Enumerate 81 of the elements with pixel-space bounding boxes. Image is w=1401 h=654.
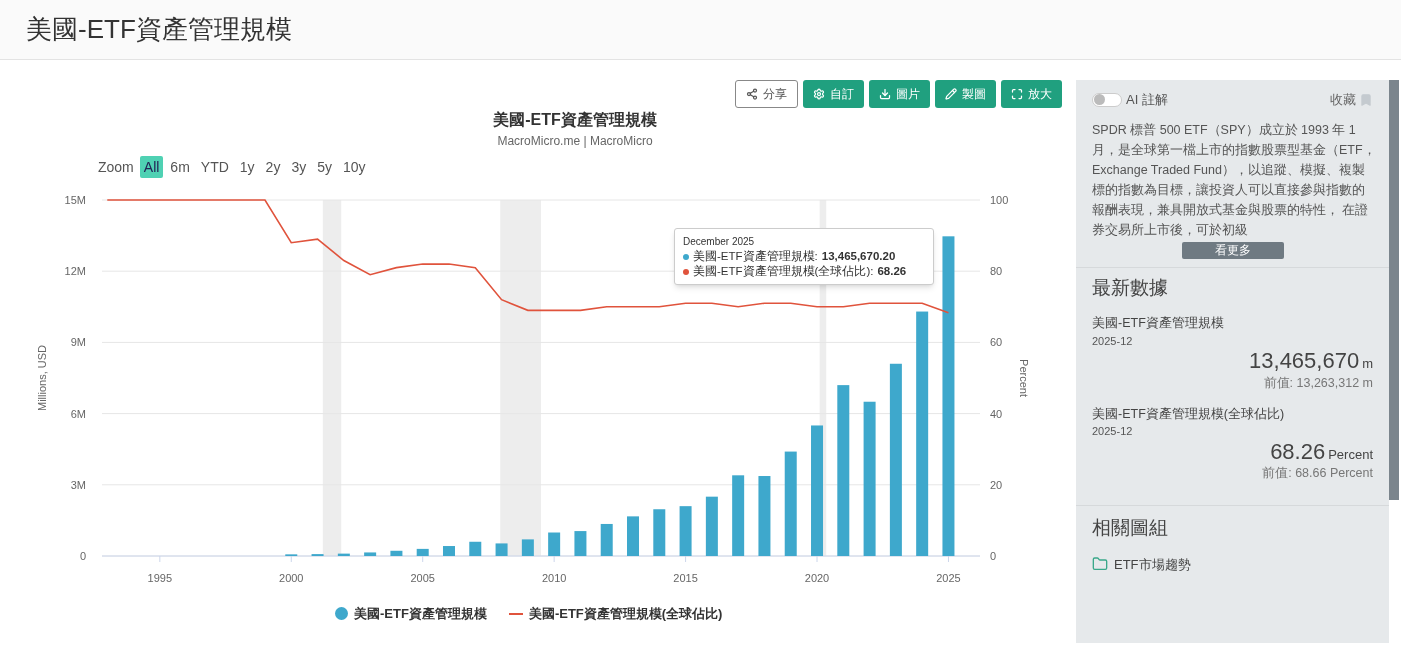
expand-icon: [1011, 88, 1023, 100]
section-title: 最新數據: [1092, 275, 1169, 300]
zoom-option[interactable]: 2y: [261, 156, 285, 178]
bar: [705, 496, 718, 556]
bar: [364, 552, 377, 556]
axis-label: 2010: [541, 572, 567, 584]
bar: [495, 543, 508, 556]
bar: [679, 506, 692, 556]
axis-label: 0: [79, 550, 86, 562]
axis-label: 2005: [410, 572, 435, 584]
chart-title: 美國-ETF資產管理規模: [492, 110, 658, 130]
bar: [600, 523, 613, 556]
axis-label: 15M: [64, 194, 86, 206]
bar: [627, 516, 639, 556]
gear-icon: [813, 88, 825, 100]
legend-label[interactable]: 美國-ETF資產管理規模: [354, 604, 487, 624]
bar: [653, 509, 666, 556]
value-unit: m: [1362, 355, 1373, 374]
show-more-button[interactable]: 看更多: [1181, 241, 1284, 259]
series-date: 2025-12: [1092, 333, 1134, 349]
bar: [416, 548, 429, 556]
axis-label: 2025: [936, 572, 961, 584]
ai-toggle-label: AI 註解: [1126, 91, 1168, 109]
axis-label: 12M: [64, 265, 86, 278]
section-title: 相關圖組: [1092, 516, 1169, 540]
pencil-icon: [945, 88, 957, 100]
related-link[interactable]: ETF市場趨勢: [1092, 554, 1373, 574]
zoom-option[interactable]: 10y: [339, 156, 370, 178]
legend-label[interactable]: 美國-ETF資產管理規模(全球佔比): [528, 604, 723, 624]
axis-label: 100: [990, 194, 1009, 206]
download-icon: [879, 88, 891, 100]
bookmark-label[interactable]: 收藏: [1330, 90, 1356, 110]
axis-label: 9M: [70, 336, 86, 349]
tooltip-value: 68.26: [877, 264, 907, 279]
zoom-option[interactable]: 1y: [235, 156, 259, 178]
series-name: 美國-ETF資產管理規模: [1092, 315, 1225, 332]
bar: [390, 550, 403, 556]
previous-value: 前值: 68.66 Percent: [1261, 465, 1373, 483]
bar: [574, 531, 587, 556]
bar: [337, 553, 350, 556]
zoom-option[interactable]: 3y: [287, 156, 311, 178]
tooltip-label: 美國-ETF資產管理規模:: [693, 249, 818, 264]
zoom-option[interactable]: 5y: [313, 156, 336, 178]
axis-label: 0: [990, 550, 997, 562]
folder-icon: [1092, 556, 1108, 573]
axis-label: 3M: [70, 478, 86, 491]
series-name: 美國-ETF資產管理規模(全球佔比): [1092, 405, 1286, 423]
value-unit: Percent: [1328, 445, 1373, 464]
page-title: 美國-ETF資產管理規模: [26, 13, 292, 46]
chart-subtitle: MacroMicro.me | MacroMicro: [496, 133, 654, 150]
tooltip-value: 13,465,670.20: [821, 249, 896, 264]
axis-title: Percent: [1018, 359, 1030, 397]
latest-value: 68.26: [1270, 439, 1326, 464]
axis-label: 40: [990, 407, 1003, 420]
zoom-label: Zoom: [98, 157, 134, 177]
bar: [548, 532, 561, 556]
legend-line: [508, 612, 523, 615]
ai-toggle[interactable]: [1092, 92, 1122, 107]
description-text: SPDR 標普 500 ETF（SPY）成立於 1993 年 1 月，是全球第一檔上市的指數股票型基金（ETF，Exchange Traded Fund），以追蹤、模擬、複製標的指數為目標，讓投資人可以直接參與指數的報酬表現，兼具開放式基金與股票的特性， 在證券交易所上市後，可於初級: [1092, 121, 1376, 239]
toolbar-button[interactable]: 分享: [735, 80, 798, 108]
axis-label: 60: [990, 336, 1003, 349]
tooltip-label: 美國-ETF資產管理規模(全球佔比):: [693, 264, 874, 279]
zoom-option[interactable]: 6m: [166, 156, 194, 178]
share-icon: [746, 88, 758, 100]
bar: [443, 546, 455, 556]
axis-label: 1995: [147, 572, 173, 584]
axis-title: Millions, USD: [36, 345, 48, 411]
axis-label: 2015: [673, 572, 698, 584]
bar: [469, 541, 482, 556]
bookmark-icon[interactable]: [1359, 92, 1373, 107]
latest-value: 13,465,670: [1249, 349, 1360, 374]
axis-label: 2000: [279, 572, 304, 584]
series-date: 2025-12: [1092, 424, 1134, 440]
axis-label: 6M: [70, 407, 86, 420]
axis-label: 80: [990, 265, 1003, 278]
zoom-option[interactable]: YTD: [196, 156, 233, 178]
axis-label: 2020: [804, 572, 830, 584]
tooltip-date: December 2025: [683, 235, 756, 249]
zoom-option[interactable]: All: [139, 156, 164, 178]
previous-value: 前值: 13,263,312 m: [1262, 374, 1373, 392]
axis-label: 20: [990, 478, 1003, 491]
